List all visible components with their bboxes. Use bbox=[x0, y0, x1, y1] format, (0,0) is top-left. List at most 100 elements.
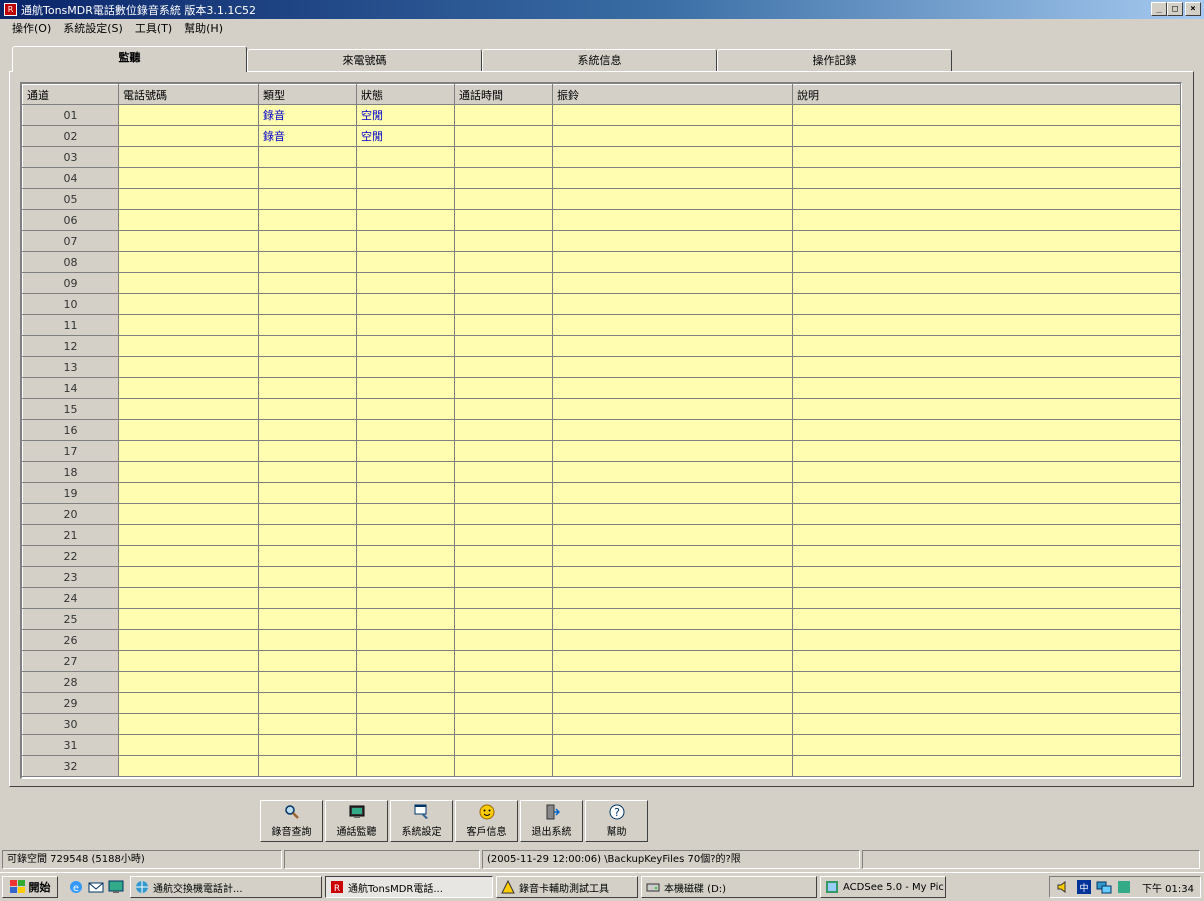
col-header-call-time[interactable]: 通話時間 bbox=[454, 84, 553, 105]
channel-row[interactable]: 05 bbox=[22, 188, 1181, 210]
channel-row[interactable]: 31 bbox=[22, 734, 1181, 756]
cell-ringing bbox=[552, 167, 793, 189]
minimize-button[interactable]: _ bbox=[1151, 2, 1167, 16]
network-icon[interactable] bbox=[1096, 879, 1112, 895]
cell-ringing bbox=[552, 335, 793, 357]
menu-operation[interactable]: 操作(O) bbox=[6, 20, 57, 36]
channel-row[interactable]: 30 bbox=[22, 713, 1181, 735]
col-header-phone-number[interactable]: 電話號碼 bbox=[118, 84, 259, 105]
cell-ringing bbox=[552, 251, 793, 273]
cell-channel: 31 bbox=[22, 734, 119, 756]
tab-system-info[interactable]: 系統信息 bbox=[482, 49, 717, 72]
cell-type bbox=[258, 608, 357, 630]
taskbar-item-local-disk[interactable]: 本機磁碟 (D:) bbox=[641, 876, 817, 898]
cell-channel: 01 bbox=[22, 104, 119, 126]
cell-status bbox=[356, 230, 455, 252]
channel-row[interactable]: 12 bbox=[22, 335, 1181, 357]
tab-operation-log[interactable]: 操作記錄 bbox=[717, 49, 952, 72]
channel-row[interactable]: 07 bbox=[22, 230, 1181, 252]
menu-help[interactable]: 幫助(H) bbox=[178, 20, 229, 36]
cell-phone-number bbox=[118, 629, 259, 651]
cell-ringing bbox=[552, 440, 793, 462]
channel-row[interactable]: 32 bbox=[22, 755, 1181, 777]
cell-type bbox=[258, 629, 357, 651]
col-header-description[interactable]: 說明 bbox=[792, 84, 1181, 105]
internet-explorer-icon[interactable]: e bbox=[68, 879, 84, 895]
maximize-button[interactable]: □ bbox=[1167, 2, 1183, 16]
help-button[interactable]: ? 幫助 bbox=[585, 800, 648, 842]
channel-row[interactable]: 16 bbox=[22, 419, 1181, 441]
taskbar-item-acdsee[interactable]: ACDSee 5.0 - My Pic... bbox=[820, 876, 946, 898]
channel-row[interactable]: 22 bbox=[22, 545, 1181, 567]
cell-channel: 18 bbox=[22, 461, 119, 483]
taskbar-item-tonsmdr[interactable]: R 通航TonsMDR電話... bbox=[325, 876, 493, 898]
channel-row[interactable]: 09 bbox=[22, 272, 1181, 294]
tab-caller-id[interactable]: 來電號碼 bbox=[247, 49, 482, 72]
input-method-icon[interactable]: 中 bbox=[1076, 879, 1092, 895]
channel-row[interactable]: 29 bbox=[22, 692, 1181, 714]
channel-row[interactable]: 03 bbox=[22, 146, 1181, 168]
channel-row[interactable]: 02 錄音 空閒 bbox=[22, 125, 1181, 147]
cell-status bbox=[356, 692, 455, 714]
col-header-channel[interactable]: 通道 bbox=[22, 84, 119, 105]
record-query-button[interactable]: 錄音查詢 bbox=[260, 800, 323, 842]
channel-row[interactable]: 15 bbox=[22, 398, 1181, 420]
channel-row[interactable]: 18 bbox=[22, 461, 1181, 483]
app-icon[interactable]: R bbox=[4, 3, 17, 16]
customer-info-button[interactable]: 客戶信息 bbox=[455, 800, 518, 842]
cell-phone-number bbox=[118, 650, 259, 672]
channel-grid[interactable]: 通道 電話號碼 類型 狀態 通話時間 振鈴 說明 01 錄音 空閒 02 錄音 空閒 03 0… bbox=[20, 82, 1182, 779]
cell-call-time bbox=[454, 167, 553, 189]
cell-channel: 28 bbox=[22, 671, 119, 693]
cell-type bbox=[258, 587, 357, 609]
channel-row[interactable]: 20 bbox=[22, 503, 1181, 525]
cell-status bbox=[356, 419, 455, 441]
menu-system-settings[interactable]: 系統設定(S) bbox=[57, 20, 129, 36]
channel-row[interactable]: 23 bbox=[22, 566, 1181, 588]
channel-row[interactable]: 14 bbox=[22, 377, 1181, 399]
close-button[interactable]: × bbox=[1185, 2, 1201, 16]
channel-row[interactable]: 26 bbox=[22, 629, 1181, 651]
tab-monitor[interactable]: 監聽 bbox=[12, 46, 247, 72]
channel-row[interactable]: 01 錄音 空閒 bbox=[22, 104, 1181, 126]
channel-row[interactable]: 06 bbox=[22, 209, 1181, 231]
channel-row[interactable]: 28 bbox=[22, 671, 1181, 693]
system-settings-button[interactable]: 系統設定 bbox=[390, 800, 453, 842]
menu-tools[interactable]: 工具(T) bbox=[129, 20, 178, 36]
channel-row[interactable]: 21 bbox=[22, 524, 1181, 546]
outlook-express-icon[interactable] bbox=[88, 879, 104, 895]
col-header-status[interactable]: 狀態 bbox=[356, 84, 455, 105]
cell-phone-number bbox=[118, 482, 259, 504]
show-desktop-icon[interactable] bbox=[108, 879, 124, 895]
magnifier-icon bbox=[283, 803, 301, 821]
clock[interactable]: 下午 01:34 bbox=[1142, 880, 1194, 895]
channel-row[interactable]: 19 bbox=[22, 482, 1181, 504]
tray-app-icon[interactable] bbox=[1116, 879, 1132, 895]
channel-row[interactable]: 10 bbox=[22, 293, 1181, 315]
call-monitor-button[interactable]: 通話監聽 bbox=[325, 800, 388, 842]
cell-type bbox=[258, 167, 357, 189]
channel-row[interactable]: 17 bbox=[22, 440, 1181, 462]
windows-logo-icon bbox=[9, 880, 25, 893]
title-bar[interactable]: R 通航TonsMDR電話數位錄音系統 版本3.1.1C52 _ □ × bbox=[0, 0, 1204, 19]
cell-status bbox=[356, 293, 455, 315]
channel-row[interactable]: 11 bbox=[22, 314, 1181, 336]
start-button[interactable]: 開始 bbox=[2, 876, 58, 898]
cell-phone-number bbox=[118, 713, 259, 735]
status-bar: 可錄空間 729548 (5188小時) (2005-11-29 12:00:0… bbox=[2, 850, 1202, 869]
channel-row[interactable]: 27 bbox=[22, 650, 1181, 672]
channel-row[interactable]: 24 bbox=[22, 587, 1181, 609]
cell-description bbox=[792, 293, 1181, 315]
channel-row[interactable]: 04 bbox=[22, 167, 1181, 189]
channel-row[interactable]: 08 bbox=[22, 251, 1181, 273]
col-header-ringing[interactable]: 振鈴 bbox=[552, 84, 793, 105]
channel-row[interactable]: 25 bbox=[22, 608, 1181, 630]
taskbar-item-test-tool[interactable]: 錄音卡輔助測試工具 bbox=[496, 876, 638, 898]
channel-row[interactable]: 13 bbox=[22, 356, 1181, 378]
volume-icon[interactable] bbox=[1056, 879, 1072, 895]
cell-type bbox=[258, 524, 357, 546]
col-header-type[interactable]: 類型 bbox=[258, 84, 357, 105]
cell-call-time bbox=[454, 419, 553, 441]
exit-system-button[interactable]: 退出系統 bbox=[520, 800, 583, 842]
taskbar-item-switch-billing[interactable]: 通航交換機電話計... bbox=[130, 876, 322, 898]
